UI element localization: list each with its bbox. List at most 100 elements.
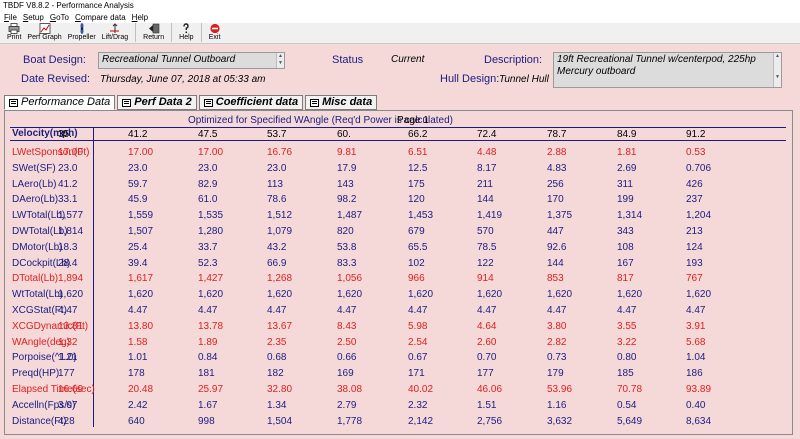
- table-cell: 177: [477, 368, 494, 379]
- table-cell: 4.47: [198, 305, 218, 316]
- menu-item-help[interactable]: Help: [130, 12, 152, 23]
- table-cell: 428: [58, 416, 75, 427]
- propeller-button[interactable]: Propeller: [65, 23, 99, 42]
- hull-design-value: Tunnel Hull: [499, 74, 549, 85]
- table-cell: 16.69: [58, 384, 84, 395]
- graph-icon: [39, 23, 50, 34]
- table-cell: 5.68: [686, 337, 706, 348]
- table-label-divider: [93, 127, 94, 427]
- table-cell: 2,756: [477, 416, 503, 427]
- table-cell: 640: [128, 416, 145, 427]
- description-field[interactable]: 19ft Recreational Tunnel w/centerpod, 22…: [553, 52, 782, 88]
- table-cell: 0.54: [617, 400, 637, 411]
- tab-page-icon: [310, 98, 320, 107]
- boat-design-field[interactable]: Recreational Tunnel Outboard ▲ ▼: [98, 52, 285, 69]
- perf-graph-button[interactable]: Perf Graph: [24, 23, 64, 42]
- stop-icon: [209, 23, 220, 34]
- table-cell: 237: [686, 194, 703, 205]
- table-cell: 4.47: [617, 305, 637, 316]
- date-revised-value: Thursday, June 07, 2018 at 05:33 am: [100, 74, 266, 85]
- table-cell: 4.47: [477, 305, 497, 316]
- table-cell: 1,620: [58, 289, 84, 300]
- table-cell: 1,814: [58, 226, 84, 237]
- table-cell: 8.43: [337, 321, 357, 332]
- velocity-header-cell: 78.7: [547, 129, 567, 140]
- tab-label: Performance Data: [21, 96, 111, 108]
- table-cell: 17.00: [198, 147, 224, 158]
- table-header-rule: [10, 140, 786, 141]
- table-cell: 17.00: [58, 147, 84, 158]
- table-cell: 17.00: [128, 147, 154, 158]
- table-cell: 39.4: [128, 258, 148, 269]
- table-cell: 211: [477, 179, 493, 190]
- velocity-header-cell: 47.5: [198, 129, 218, 140]
- menu-item-setup[interactable]: Setup: [21, 12, 48, 23]
- menu-item-goto[interactable]: GoTo: [48, 12, 73, 23]
- table-cell: 38.08: [337, 384, 363, 395]
- table-cell: 33.1: [58, 194, 78, 205]
- table-cell: 1,427: [198, 273, 224, 284]
- tab-coefficient-data[interactable]: Coefficient data: [198, 95, 304, 110]
- table-cell: 16.76: [267, 147, 293, 158]
- table-cell: 914: [477, 273, 494, 284]
- main-content: Boat Design: Recreational Tunnel Outboar…: [0, 44, 800, 439]
- table-cell: 122: [477, 258, 494, 269]
- table-cell: 6.51: [408, 147, 428, 158]
- help-button[interactable]: Help: [176, 23, 196, 42]
- table-cell: 1.81: [617, 147, 637, 158]
- tab-misc-data[interactable]: Misc data: [305, 95, 378, 110]
- tab-page-icon: [203, 98, 213, 107]
- table-cell: 213: [686, 226, 703, 237]
- table-cell: 4.47: [58, 305, 78, 316]
- table-cell: 4.48: [477, 147, 497, 158]
- table-cell: 998: [198, 416, 215, 427]
- table-cell: 52.3: [198, 258, 218, 269]
- return-button[interactable]: Return: [140, 23, 167, 42]
- table-cell: 23.0: [58, 163, 78, 174]
- table-cell: 0.53: [686, 147, 706, 158]
- table-cell: 113: [267, 179, 283, 190]
- velocity-header-cell: 41.2: [128, 129, 148, 140]
- table-cell: 1.34: [267, 400, 287, 411]
- perf-graph-label: Perf Graph: [27, 34, 62, 41]
- exit-label: Exit: [208, 34, 221, 41]
- table-cell: 0.70: [477, 352, 497, 363]
- table-cell: 186: [686, 368, 703, 379]
- table-cell: 144: [547, 258, 564, 269]
- row-label: DAero(Lb): [12, 194, 59, 205]
- boat-design-scrollbar[interactable]: ▲ ▼: [276, 53, 284, 68]
- table-cell: 18.3: [58, 242, 78, 253]
- table-cell: 124: [686, 242, 703, 253]
- menu-item-file[interactable]: File: [2, 12, 21, 23]
- exit-button[interactable]: Exit: [206, 23, 224, 42]
- table-cell: 1,620: [408, 289, 434, 300]
- table-cell: 179: [547, 368, 564, 379]
- table-cell: 1,620: [198, 289, 224, 300]
- table-cell: 0.73: [547, 352, 567, 363]
- menu-item-label: ile: [8, 13, 17, 22]
- print-button[interactable]: Print: [4, 23, 24, 42]
- table-cell: 570: [477, 226, 494, 237]
- tab-label: Misc data: [322, 96, 373, 108]
- table-cell: 53.8: [337, 242, 357, 253]
- menu-item-compare-data[interactable]: Compare data: [73, 12, 130, 23]
- tab-performance-data[interactable]: Performance Data: [4, 95, 116, 110]
- menu-item-label: elp: [137, 13, 149, 22]
- tab-label: Perf Data 2: [134, 96, 192, 108]
- table-cell: 3.80: [547, 321, 567, 332]
- tab-label: Coefficient data: [215, 96, 299, 108]
- table-cell: 1.58: [128, 337, 148, 348]
- lift-drag-button[interactable]: Lift/Drag: [99, 23, 131, 42]
- table-cell: 167: [617, 258, 634, 269]
- table-cell: 93.89: [686, 384, 712, 395]
- table-cell: 33.7: [198, 242, 218, 253]
- tab-perf-data-2[interactable]: Perf Data 2: [117, 95, 197, 110]
- return-label: Return: [143, 34, 165, 41]
- table-cell: 3.07: [58, 400, 78, 411]
- table-cell: 1,487: [337, 210, 363, 221]
- description-scrollbar[interactable]: ▲ ▼: [773, 53, 781, 87]
- table-cell: 4.47: [547, 305, 567, 316]
- table-cell: 1.01: [128, 352, 148, 363]
- toolbar-separator: [171, 23, 173, 42]
- table-cell: 2.82: [547, 337, 567, 348]
